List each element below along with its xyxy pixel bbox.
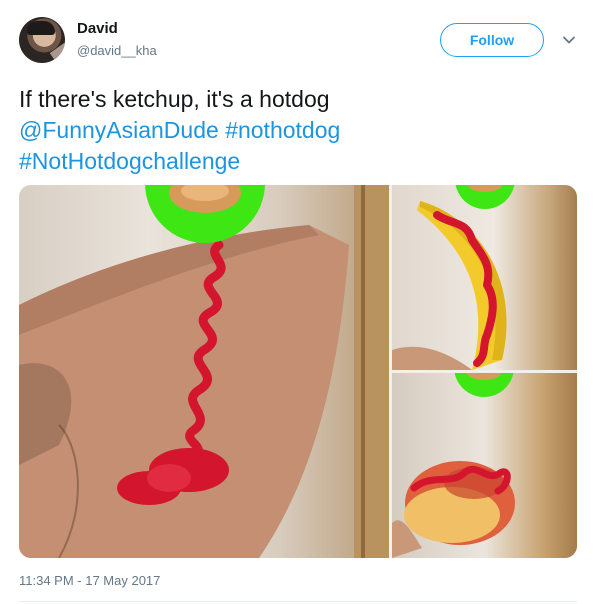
user-name[interactable]: David [77, 20, 118, 37]
apple-illustration [392, 373, 515, 558]
avatar-hair [27, 21, 55, 35]
user-handle[interactable]: @david__kha [77, 43, 157, 58]
tweet-text: If there's ketchup, it's a hotdog @Funny… [19, 84, 579, 177]
follow-button[interactable]: Follow [440, 23, 544, 57]
hashtag-link-nothotdogchallenge[interactable]: #NotHotdogchallenge [19, 148, 240, 174]
chevron-down-icon[interactable] [562, 33, 576, 47]
tweet-line-1: If there's ketchup, it's a hotdog [19, 86, 330, 112]
photo-apple[interactable] [392, 373, 577, 558]
mention-link[interactable]: @FunnyAsianDude [19, 117, 219, 143]
tweet-line-2: @FunnyAsianDude #nothotdog [19, 115, 579, 146]
avatar-detail [49, 42, 65, 62]
tweet-timestamp[interactable]: 11:34 PM - 17 May 2017 [19, 573, 160, 588]
hashtag-link-nothotdog[interactable]: #nothotdog [225, 117, 340, 143]
arm-illustration [19, 185, 389, 558]
photo-banana[interactable] [392, 185, 577, 370]
media-grid [19, 185, 577, 558]
divider [19, 601, 577, 602]
avatar[interactable] [19, 17, 65, 63]
banana-illustration [392, 185, 515, 370]
tweet-line-3: #NotHotdogchallenge [19, 146, 579, 177]
photo-arm[interactable] [19, 185, 389, 558]
